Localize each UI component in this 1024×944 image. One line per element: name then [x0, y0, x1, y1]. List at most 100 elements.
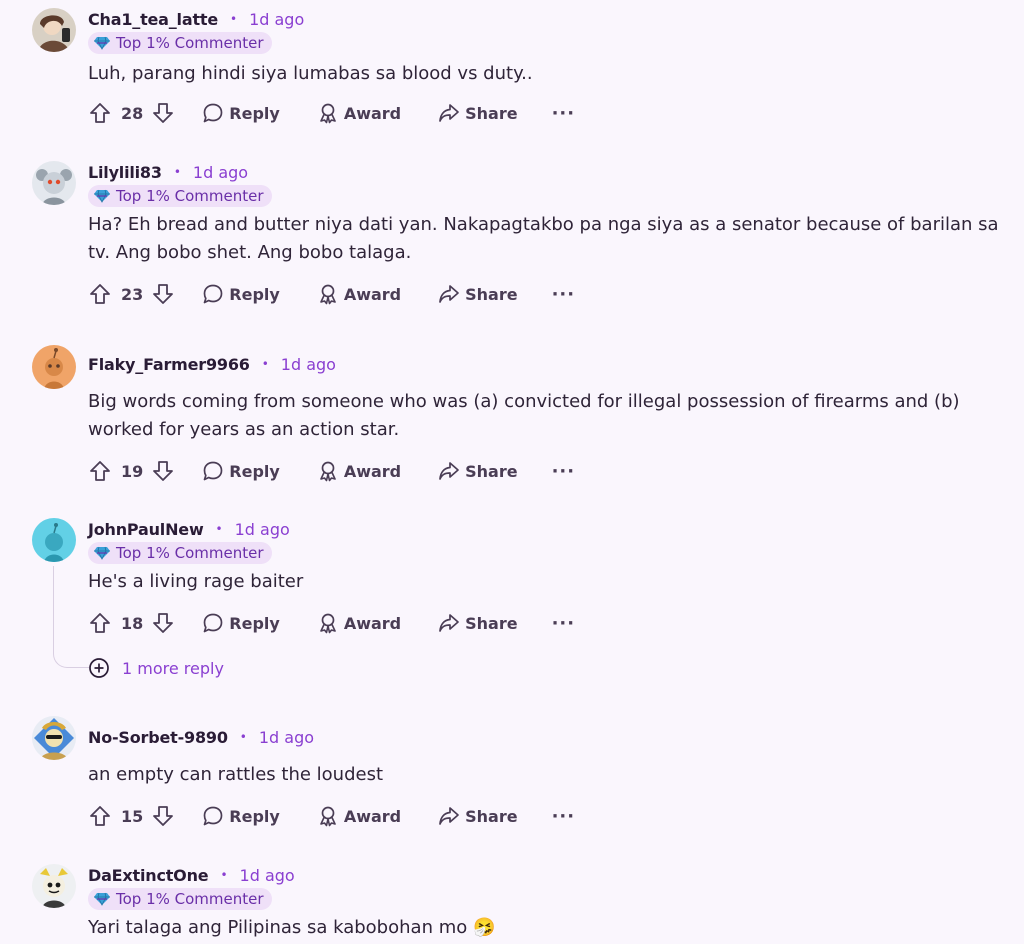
share-button[interactable]: Share: [437, 459, 518, 483]
avatar[interactable]: [32, 161, 76, 205]
top-commenter-badge: Top 1% Commenter: [88, 888, 272, 910]
share-button[interactable]: Share: [437, 282, 518, 306]
badge-label: Top 1% Commenter: [116, 34, 264, 52]
reply-button[interactable]: Reply: [201, 282, 280, 306]
gem-icon: [94, 546, 110, 560]
ellipsis-icon[interactable]: ···: [552, 461, 576, 482]
share-label: Share: [465, 103, 518, 123]
ellipsis-icon[interactable]: ···: [552, 613, 576, 634]
share-label: Share: [465, 284, 518, 304]
reply-label: Reply: [229, 461, 280, 481]
upvote-arrow-icon[interactable]: [88, 101, 112, 125]
upvote-arrow-icon[interactable]: [88, 611, 112, 635]
downvote-arrow-icon[interactable]: [151, 459, 175, 483]
action-bar: 18 Reply Award Share ···: [88, 609, 575, 637]
action-bar: 15 Reply Award Share ···: [88, 802, 575, 830]
top-commenter-badge: Top 1% Commenter: [88, 32, 272, 54]
comment-body: He's a living rage baiter: [88, 571, 304, 592]
gem-icon: [94, 892, 110, 906]
reply-button[interactable]: Reply: [201, 101, 280, 125]
more-replies-link[interactable]: 1 more reply: [88, 657, 224, 679]
award-button[interactable]: Award: [316, 804, 401, 828]
gem-icon: [94, 36, 110, 50]
timestamp[interactable]: 1d ago: [193, 163, 248, 182]
speech-bubble-icon: [201, 459, 225, 483]
separator-dot: •: [215, 522, 223, 536]
vote-score: 19: [121, 461, 144, 481]
timestamp[interactable]: 1d ago: [249, 10, 304, 29]
share-arrow-icon: [437, 101, 461, 125]
award-button[interactable]: Award: [316, 282, 401, 306]
badge-label: Top 1% Commenter: [116, 544, 264, 562]
author-name[interactable]: Lilylili83: [88, 163, 162, 182]
upvote-arrow-icon[interactable]: [88, 282, 112, 306]
thread-connector: [53, 566, 89, 668]
avatar[interactable]: [32, 345, 76, 389]
timestamp[interactable]: 1d ago: [259, 728, 314, 747]
action-bar: 23 Reply Award Share ···: [88, 280, 575, 308]
vote-score: 15: [121, 806, 144, 826]
upvote-arrow-icon[interactable]: [88, 804, 112, 828]
reply-button[interactable]: Reply: [201, 459, 280, 483]
downvote-arrow-icon[interactable]: [151, 282, 175, 306]
timestamp[interactable]: 1d ago: [235, 520, 290, 539]
speech-bubble-icon: [201, 101, 225, 125]
vote-score: 18: [121, 613, 144, 633]
top-commenter-badge: Top 1% Commenter: [88, 185, 272, 207]
action-bar: 19 Reply Award Share ···: [88, 457, 575, 485]
downvote-arrow-icon[interactable]: [151, 804, 175, 828]
badge-label: Top 1% Commenter: [116, 187, 264, 205]
ellipsis-icon[interactable]: ···: [552, 103, 576, 124]
award-ribbon-icon: [316, 459, 340, 483]
avatar[interactable]: [32, 518, 76, 562]
separator-dot: •: [230, 12, 238, 26]
share-label: Share: [465, 461, 518, 481]
award-button[interactable]: Award: [316, 459, 401, 483]
timestamp[interactable]: 1d ago: [281, 355, 336, 374]
author-name[interactable]: JohnPaulNew: [88, 520, 204, 539]
author-name[interactable]: No-Sorbet-9890: [88, 728, 228, 747]
award-ribbon-icon: [316, 282, 340, 306]
author-name[interactable]: Flaky_Farmer9966: [88, 355, 250, 374]
award-ribbon-icon: [316, 804, 340, 828]
downvote-arrow-icon[interactable]: [151, 611, 175, 635]
speech-bubble-icon: [201, 611, 225, 635]
share-button[interactable]: Share: [437, 611, 518, 635]
reply-label: Reply: [229, 103, 280, 123]
ellipsis-icon[interactable]: ···: [552, 284, 576, 305]
award-label: Award: [343, 284, 402, 304]
award-ribbon-icon: [316, 611, 340, 635]
timestamp[interactable]: 1d ago: [240, 866, 295, 885]
award-ribbon-icon: [316, 101, 340, 125]
ellipsis-icon[interactable]: ···: [552, 806, 576, 827]
award-label: Award: [343, 103, 402, 123]
reply-label: Reply: [229, 284, 280, 304]
comment-body: Ha? Eh bread and butter niya dati yan. N…: [88, 214, 999, 263]
avatar[interactable]: [32, 864, 76, 908]
share-arrow-icon: [437, 459, 461, 483]
share-arrow-icon: [437, 611, 461, 635]
reply-button[interactable]: Reply: [201, 611, 280, 635]
separator-dot: •: [239, 730, 247, 744]
reply-label: Reply: [229, 806, 280, 826]
share-arrow-icon: [437, 282, 461, 306]
award-button[interactable]: Award: [316, 611, 401, 635]
reply-button[interactable]: Reply: [201, 804, 280, 828]
downvote-arrow-icon[interactable]: [151, 101, 175, 125]
share-arrow-icon: [437, 804, 461, 828]
award-button[interactable]: Award: [316, 101, 401, 125]
comment-body: Yari talaga ang Pilipinas sa kabobohan m…: [88, 917, 496, 938]
share-button[interactable]: Share: [437, 804, 518, 828]
comment-body: Big words coming from someone who was (a…: [88, 391, 960, 440]
speech-bubble-icon: [201, 804, 225, 828]
comment-body: Luh, parang hindi siya lumabas sa blood …: [88, 63, 533, 84]
avatar[interactable]: [32, 716, 76, 760]
avatar[interactable]: [32, 8, 76, 52]
award-label: Award: [343, 461, 402, 481]
author-name[interactable]: DaExtinctOne: [88, 866, 209, 885]
separator-dot: •: [261, 357, 269, 371]
upvote-arrow-icon[interactable]: [88, 459, 112, 483]
share-button[interactable]: Share: [437, 101, 518, 125]
vote-score: 28: [121, 103, 144, 123]
author-name[interactable]: Cha1_tea_latte: [88, 10, 218, 29]
